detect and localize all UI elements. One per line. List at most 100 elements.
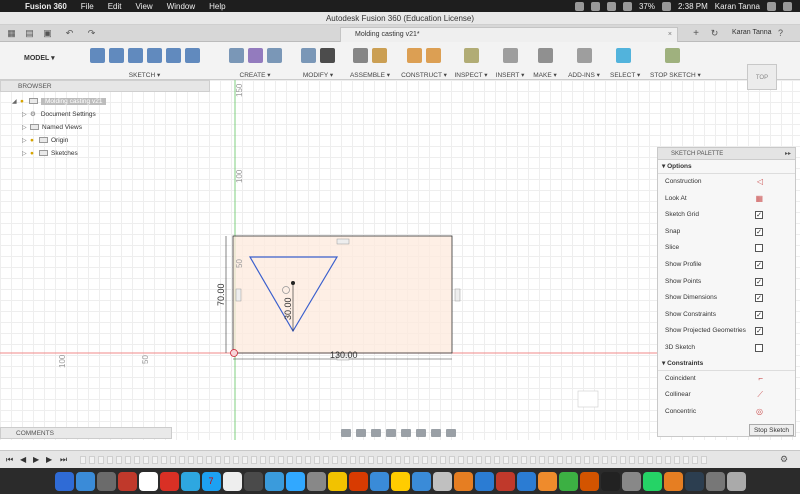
timeline-step[interactable]: [692, 456, 698, 464]
palette-row[interactable]: Concentric ◎: [658, 404, 795, 421]
timeline-step[interactable]: [197, 456, 203, 464]
dock-app-icon[interactable]: [726, 471, 746, 491]
timeline-step[interactable]: [269, 456, 275, 464]
palette-tool-icon[interactable]: ◁: [757, 174, 763, 191]
timeline-step[interactable]: [674, 456, 680, 464]
timeline-step[interactable]: [395, 456, 401, 464]
palette-row[interactable]: Show Points ✓: [658, 274, 795, 291]
dock-app-icon[interactable]: [54, 471, 74, 491]
palette-tool-icon[interactable]: ◎: [756, 404, 763, 421]
menu-file[interactable]: File: [74, 2, 101, 11]
toolbar-group-label[interactable]: INSERT ▾: [495, 71, 525, 79]
palette-tool-icon[interactable]: ▦: [755, 191, 763, 208]
timeline-step[interactable]: [359, 456, 365, 464]
timeline-step[interactable]: [449, 456, 455, 464]
tool-icon[interactable]: [615, 48, 631, 63]
dock-app-icon[interactable]: [369, 471, 389, 491]
timeline-step[interactable]: [188, 456, 194, 464]
bulb-icon[interactable]: ●: [30, 135, 39, 147]
browser-root[interactable]: ◢ ● Molding casting v21: [12, 96, 107, 108]
dock-app-icon[interactable]: [390, 471, 410, 491]
grid-menu-icon[interactable]: ▦: [6, 28, 17, 39]
timeline-step[interactable]: [314, 456, 320, 464]
timeline-step[interactable]: [530, 456, 536, 464]
timeline-step[interactable]: [368, 456, 374, 464]
timeline-step[interactable]: [539, 456, 545, 464]
tool-icon[interactable]: [89, 48, 105, 63]
timeline-step[interactable]: [278, 456, 284, 464]
timeline-step[interactable]: [107, 456, 113, 464]
palette-checkbox[interactable]: ✓: [755, 310, 763, 319]
expand-arrow-icon[interactable]: ◢: [12, 96, 20, 108]
timeline-step[interactable]: [233, 456, 239, 464]
menu-app-name[interactable]: Fusion 360: [18, 2, 74, 11]
constraints-section-header[interactable]: ▾ Constraints: [658, 357, 795, 371]
tool-icon[interactable]: [108, 48, 124, 63]
grid-settings-icon[interactable]: [430, 429, 441, 437]
toolbar-group-label[interactable]: SELECT ▾: [610, 71, 640, 79]
timeline-step[interactable]: [296, 456, 302, 464]
tool-icon[interactable]: [576, 48, 592, 63]
tool-icon[interactable]: [407, 48, 422, 63]
dock-app-icon[interactable]: [138, 471, 158, 491]
dimension-height-label[interactable]: 70.00: [216, 283, 226, 306]
palette-row[interactable]: Collinear ⟋: [658, 387, 795, 404]
toolbar-group-label[interactable]: ASSEMBLE ▾: [347, 71, 393, 79]
tool-icon[interactable]: [247, 48, 263, 63]
undo-icon[interactable]: ↶: [64, 28, 75, 39]
timeline-step[interactable]: [98, 456, 104, 464]
timeline-step[interactable]: [116, 456, 122, 464]
timeline-step[interactable]: [125, 456, 131, 464]
palette-checkbox[interactable]: ✓: [755, 294, 763, 303]
gear-icon[interactable]: ⚙: [780, 454, 788, 465]
timeline-step[interactable]: [512, 456, 518, 464]
palette-row[interactable]: Show Profile ✓: [658, 257, 795, 274]
expand-arrow-icon[interactable]: ▷: [22, 122, 30, 134]
tree-item-sketches[interactable]: ▷ ● Sketches: [22, 148, 78, 160]
tool-icon[interactable]: [463, 48, 479, 63]
notification-icon[interactable]: [783, 1, 792, 11]
tool-icon[interactable]: [165, 48, 181, 63]
save-icon[interactable]: ▣: [42, 28, 53, 39]
close-tab-icon[interactable]: ×: [668, 28, 672, 42]
dropbox-icon[interactable]: [590, 1, 600, 11]
palette-row[interactable]: Slice: [658, 240, 795, 257]
stop-sketch-button[interactable]: Stop Sketch: [749, 424, 794, 436]
wifi-icon[interactable]: [622, 1, 632, 11]
look-at-icon[interactable]: [355, 429, 366, 437]
timeline-step[interactable]: [458, 456, 464, 464]
toolbar-group-label[interactable]: ADD-INS ▾: [565, 71, 603, 79]
toolbar-group[interactable]: CREATE ▾: [222, 45, 288, 80]
toolbar-group-label[interactable]: STOP SKETCH ▾: [650, 71, 701, 79]
dock-app-icon[interactable]: [537, 471, 557, 491]
toolbar-group-label[interactable]: CREATE ▾: [222, 71, 288, 79]
expand-arrow-icon[interactable]: ▷: [22, 109, 30, 121]
viewports-icon[interactable]: [445, 429, 456, 437]
palette-checkbox[interactable]: [755, 244, 763, 253]
clock[interactable]: 2:38 PM: [678, 2, 708, 11]
collapse-arrows-icon[interactable]: ▸▸: [785, 148, 791, 160]
timeline-step[interactable]: [557, 456, 563, 464]
sketch-rectangle[interactable]: [232, 235, 453, 354]
timeline-step[interactable]: [224, 456, 230, 464]
timeline-step[interactable]: [575, 456, 581, 464]
tool-icon[interactable]: [146, 48, 162, 63]
go-to-start-icon[interactable]: ⏮: [6, 455, 13, 465]
comments-panel[interactable]: COMMENTS: [0, 427, 172, 439]
dock-app-icon[interactable]: [96, 471, 116, 491]
menu-window[interactable]: Window: [160, 2, 202, 11]
dock-app-icon[interactable]: [516, 471, 536, 491]
tool-icon[interactable]: [184, 48, 200, 63]
timeline-step[interactable]: [206, 456, 212, 464]
battery-percent[interactable]: 37%: [639, 2, 655, 11]
timeline-step[interactable]: [485, 456, 491, 464]
timeline-step[interactable]: [386, 456, 392, 464]
palette-checkbox[interactable]: ✓: [755, 260, 763, 269]
battery-icon[interactable]: [661, 1, 671, 11]
dock-app-icon[interactable]: [558, 471, 578, 491]
tool-icon[interactable]: [320, 48, 335, 63]
tool-icon[interactable]: [537, 48, 553, 63]
timeline-step[interactable]: [638, 456, 644, 464]
timeline-step[interactable]: [584, 456, 590, 464]
dock-app-icon[interactable]: [453, 471, 473, 491]
